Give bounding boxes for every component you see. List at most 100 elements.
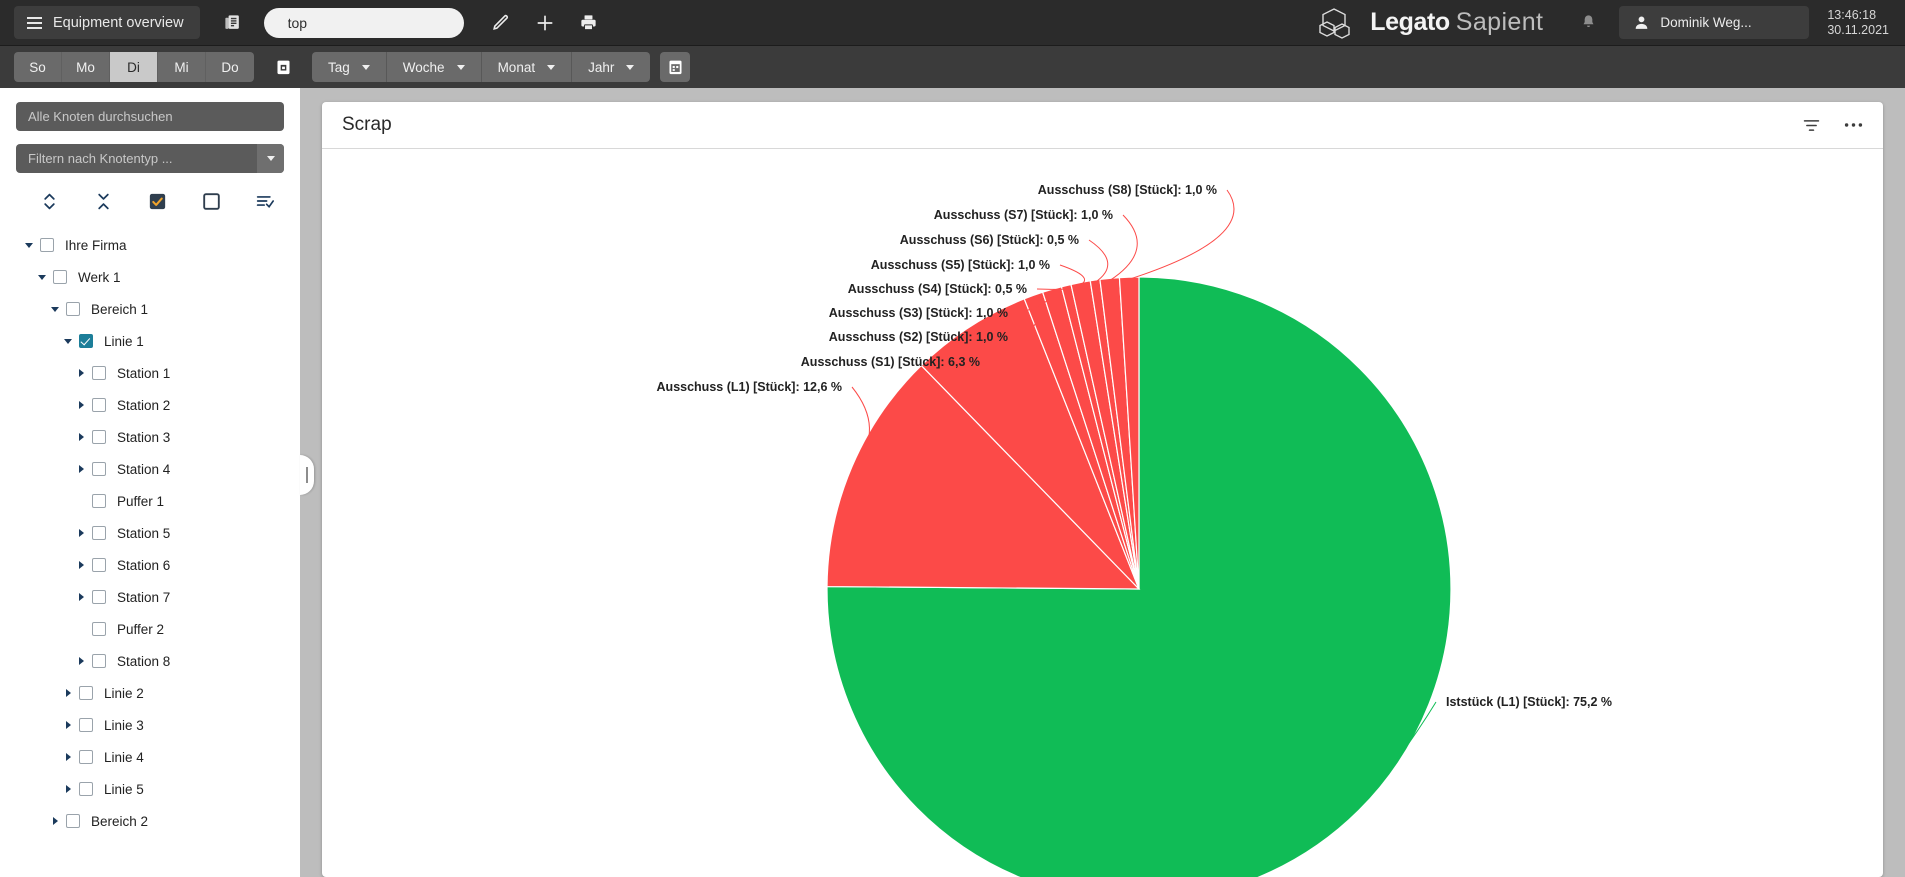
tree-node-checkbox[interactable] bbox=[92, 494, 106, 508]
filter-icon[interactable] bbox=[1803, 117, 1820, 134]
period-jahr[interactable]: Jahr bbox=[572, 52, 650, 82]
chart-card: Scrap Iststück (L1) [Stück]: 75,2 % Auss… bbox=[322, 102, 1883, 877]
tree-node-linie-4[interactable]: Linie 4 bbox=[0, 741, 300, 773]
tree-node-linie-5[interactable]: Linie 5 bbox=[0, 773, 300, 805]
tree-node-toggle[interactable] bbox=[44, 817, 66, 825]
tree-node-station-3[interactable]: Station 3 bbox=[0, 421, 300, 453]
notifications-bell-icon[interactable] bbox=[1571, 6, 1605, 40]
tree-node-toggle[interactable] bbox=[70, 465, 92, 473]
tree-node-linie-1[interactable]: Linie 1 bbox=[0, 325, 300, 357]
tree-node-station-2[interactable]: Station 2 bbox=[0, 389, 300, 421]
period-monat[interactable]: Monat bbox=[482, 52, 573, 82]
calendar-icon[interactable] bbox=[266, 50, 300, 84]
node-tree: Ihre Firma Werk 1 Bereich 1 Linie 1 Station … bbox=[0, 229, 300, 837]
menu-button[interactable]: Equipment overview bbox=[14, 6, 200, 39]
tree-node-checkbox[interactable] bbox=[79, 782, 93, 796]
tree-node-station-4[interactable]: Station 4 bbox=[0, 453, 300, 485]
chevron-down-icon[interactable] bbox=[257, 144, 284, 173]
tree-node-toggle[interactable] bbox=[57, 753, 79, 761]
tree-node-toggle[interactable] bbox=[70, 561, 92, 569]
tree-node-checkbox[interactable] bbox=[66, 814, 80, 828]
tree-node-bereich-2[interactable]: Bereich 2 bbox=[0, 805, 300, 837]
tree-node-toggle[interactable] bbox=[70, 433, 92, 441]
period-selector: Tag Woche Monat Jahr bbox=[312, 52, 651, 82]
chevron-right-icon bbox=[78, 401, 84, 409]
tree-node-werk-1[interactable]: Werk 1 bbox=[0, 261, 300, 293]
page-title: Scrap bbox=[342, 114, 392, 135]
chevron-right-icon bbox=[78, 561, 84, 569]
tree-node-toggle[interactable] bbox=[70, 369, 92, 377]
search-input[interactable] bbox=[285, 13, 471, 32]
tree-node-station-7[interactable]: Station 7 bbox=[0, 581, 300, 613]
tree-node-toggle[interactable] bbox=[70, 529, 92, 537]
tree-node-toggle[interactable] bbox=[57, 689, 79, 697]
tree-node-toggle[interactable] bbox=[57, 338, 79, 344]
period-woche[interactable]: Woche bbox=[387, 52, 482, 82]
more-options-icon[interactable] bbox=[1844, 122, 1863, 128]
tree-node-station-6[interactable]: Station 6 bbox=[0, 549, 300, 581]
tree-node-checkbox[interactable] bbox=[40, 238, 54, 252]
tree-node-checkbox[interactable] bbox=[79, 750, 93, 764]
tree-node-checkbox[interactable] bbox=[92, 654, 106, 668]
uncheck-all-icon[interactable] bbox=[184, 189, 238, 213]
chevron-right-icon bbox=[65, 785, 71, 793]
tree-node-checkbox[interactable] bbox=[92, 526, 106, 540]
chevron-right-icon bbox=[78, 529, 84, 537]
chevron-down-icon bbox=[361, 64, 370, 70]
tree-node-checkbox[interactable] bbox=[92, 622, 106, 636]
tree-node-station-8[interactable]: Station 8 bbox=[0, 645, 300, 677]
tree-node-linie-3[interactable]: Linie 3 bbox=[0, 709, 300, 741]
tree-node-toggle[interactable] bbox=[57, 721, 79, 729]
expand-all-icon[interactable] bbox=[22, 189, 76, 213]
tree-node-toggle[interactable] bbox=[57, 785, 79, 793]
tree-node-toggle[interactable] bbox=[70, 593, 92, 601]
tree-node-checkbox[interactable] bbox=[92, 366, 106, 380]
tree-node-puffer-1[interactable]: Puffer 1 bbox=[0, 485, 300, 517]
node-type-filter-select[interactable]: Filtern nach Knotentyp ... bbox=[16, 144, 284, 173]
print-button[interactable] bbox=[572, 6, 606, 40]
tree-node-checkbox[interactable] bbox=[92, 398, 106, 412]
clock-time: 13:46:18 bbox=[1827, 7, 1877, 22]
tree-node-linie-2[interactable]: Linie 2 bbox=[0, 677, 300, 709]
pie-leader-line bbox=[1059, 264, 1086, 285]
chevron-down-icon bbox=[38, 274, 46, 280]
tree-node-label: Linie 1 bbox=[104, 333, 144, 349]
tree-node-checkbox[interactable] bbox=[79, 334, 93, 348]
tree-node-checkbox[interactable] bbox=[92, 590, 106, 604]
weekday-do[interactable]: Do bbox=[206, 52, 254, 82]
tree-node-station-1[interactable]: Station 1 bbox=[0, 357, 300, 389]
tree-node-checkbox[interactable] bbox=[79, 718, 93, 732]
add-button[interactable] bbox=[528, 6, 562, 40]
tree-node-toggle[interactable] bbox=[70, 657, 92, 665]
weekday-so[interactable]: So bbox=[14, 52, 62, 82]
clock-display: 13:46:18 30.11.2021 bbox=[1827, 8, 1889, 38]
tree-node-station-5[interactable]: Station 5 bbox=[0, 517, 300, 549]
tree-node-checkbox[interactable] bbox=[92, 558, 106, 572]
weekday-mo[interactable]: Mo bbox=[62, 52, 110, 82]
check-all-icon[interactable] bbox=[130, 189, 184, 213]
weekday-mi[interactable]: Mi bbox=[158, 52, 206, 82]
calendar-picker-icon[interactable] bbox=[660, 52, 691, 82]
list-selection-icon[interactable] bbox=[238, 189, 292, 213]
tree-node-checkbox[interactable] bbox=[66, 302, 80, 316]
tree-node-checkbox[interactable] bbox=[53, 270, 67, 284]
tree-node-ihre-firma[interactable]: Ihre Firma bbox=[0, 229, 300, 261]
collapse-all-icon[interactable] bbox=[76, 189, 130, 213]
node-search-input[interactable]: Alle Knoten durchsuchen bbox=[16, 102, 284, 131]
tree-node-checkbox[interactable] bbox=[92, 430, 106, 444]
tree-node-checkbox[interactable] bbox=[92, 462, 106, 476]
tree-node-bereich-1[interactable]: Bereich 1 bbox=[0, 293, 300, 325]
user-menu-button[interactable]: Dominik Weg... bbox=[1619, 6, 1810, 39]
period-tag[interactable]: Tag bbox=[312, 52, 387, 82]
pie-leader-line bbox=[1088, 239, 1109, 283]
edit-pencil-button[interactable] bbox=[484, 6, 518, 40]
document-copy-icon[interactable] bbox=[216, 6, 250, 40]
tree-node-toggle[interactable] bbox=[31, 274, 53, 280]
tree-node-checkbox[interactable] bbox=[79, 686, 93, 700]
search-box[interactable] bbox=[263, 7, 471, 38]
tree-node-toggle[interactable] bbox=[44, 306, 66, 312]
weekday-di[interactable]: Di bbox=[110, 52, 158, 82]
tree-node-toggle[interactable] bbox=[70, 401, 92, 409]
tree-node-puffer-2[interactable]: Puffer 2 bbox=[0, 613, 300, 645]
tree-node-toggle[interactable] bbox=[18, 242, 40, 248]
